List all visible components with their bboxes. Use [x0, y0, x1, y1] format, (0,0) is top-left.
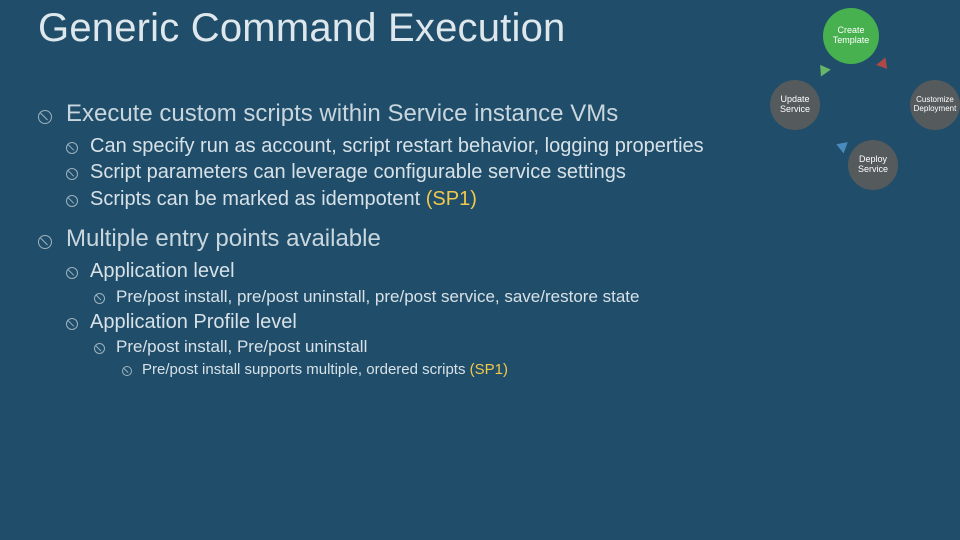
flow-node-deploy-service: DeployService: [848, 140, 898, 190]
bullet-text: Pre/post install supports multiple, orde…: [142, 361, 470, 378]
slide-body: Execute custom scripts within Service in…: [38, 100, 758, 380]
bullet-level-2: Application level: [66, 259, 758, 283]
bullet-level-2: Can specify run as account, script resta…: [66, 134, 758, 158]
sp1-tag: (SP1): [426, 188, 477, 210]
bullet-level-2: Application Profile level: [66, 310, 758, 334]
sp1-tag: (SP1): [470, 361, 508, 378]
bullet-level-3: Pre/post install, pre/post uninstall, pr…: [94, 286, 758, 308]
flow-node-create-template: CreateTemplate: [823, 8, 879, 64]
bullet-level-2: Script parameters can leverage configura…: [66, 160, 758, 184]
arrow-icon: [834, 139, 848, 154]
bullet-level-4: Pre/post install supports multiple, orde…: [122, 360, 758, 380]
flow-node-update-service: UpdateService: [770, 80, 820, 130]
arrow-icon: [815, 61, 831, 76]
flow-node-customize-deployment: CustomizeDeployment: [910, 80, 960, 130]
bullet-level-1: Execute custom scripts within Service in…: [38, 100, 758, 128]
arrow-icon: [876, 57, 892, 72]
bullet-level-2: Scripts can be marked as idempotent (SP1…: [66, 187, 758, 211]
bullet-level-3: Pre/post install, Pre/post uninstall: [94, 336, 758, 358]
bullet-text: Scripts can be marked as idempotent: [90, 188, 426, 210]
slide-title: Generic Command Execution: [38, 6, 565, 51]
bullet-level-1: Multiple entry points available: [38, 225, 758, 253]
